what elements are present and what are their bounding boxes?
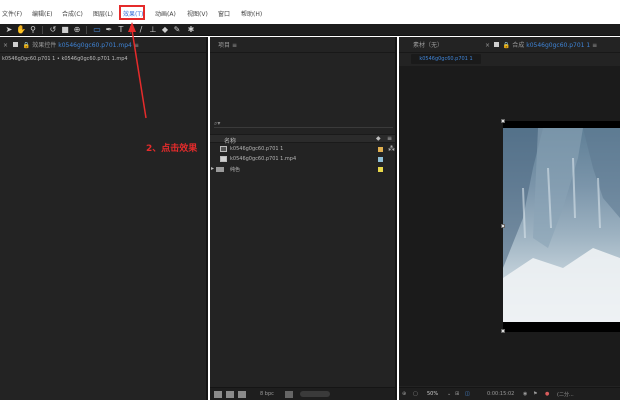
composition-tab-name: k0546g0gc60.p701 1 (526, 42, 591, 49)
transform-handle[interactable] (501, 224, 505, 228)
fit-icon[interactable]: ⊞ (455, 391, 459, 397)
expand-arrow-icon[interactable]: ▸ (211, 165, 214, 172)
footage-tab-label: 素材（无） (413, 42, 444, 49)
effect-controls-panel: × 🔒 效果控件 k0546g0gc60.p701.mp4 ≡ k0546g0g… (0, 37, 208, 400)
panel-menu-icon[interactable]: ≡ (592, 42, 597, 49)
project-search-input[interactable]: ⌕▾ (214, 120, 393, 128)
composition-icon (220, 146, 227, 152)
composition-tab-prefix: 合成 (512, 42, 525, 49)
project-panel: 项目 ≡ ⌕▾ 名称 ◆ ≡ k0546g0gc60.p701 1 ⁂ k054… (210, 37, 397, 400)
panel-color-icon (493, 42, 499, 47)
new-folder-icon[interactable] (226, 391, 234, 398)
snowy-cliff-image[interactable] (503, 128, 620, 322)
region-display-icon[interactable]: ▢ (413, 391, 418, 397)
bpc-indicator[interactable]: 8 bpc (260, 391, 274, 397)
composition-tab[interactable]: × 🔒 合成 k0546g0gc60.p701 1 ≡ (485, 40, 597, 50)
timecode-display[interactable]: 0:00:15:02 (487, 391, 514, 397)
menu-composition[interactable]: 合成(C) (62, 9, 83, 18)
project-item-footage[interactable]: k0546g0gc60.p701 1.mp4 (210, 155, 395, 164)
annotation-text: 2、点击效果 (146, 144, 198, 154)
new-composition-icon[interactable] (238, 391, 246, 398)
project-tab[interactable]: 项目 ≡ (218, 40, 237, 50)
menu-layer[interactable]: 图层(L) (93, 9, 113, 18)
composition-panel: 素材（无） × 🔒 合成 k0546g0gc60.p701 1 ≡ k0546g… (399, 37, 620, 400)
project-scrollbar[interactable] (300, 391, 330, 397)
column-name-header[interactable]: 名称 (224, 136, 236, 145)
label-color-swatch[interactable] (378, 147, 383, 152)
composition-flow-icon[interactable]: ⁂ (388, 145, 395, 153)
transform-handle[interactable] (501, 329, 505, 333)
composition-bottom-bar: ⊕ ▢ 50% ⌄ ⊞ ◫ 0:00:15:02 ◉ ⚑ ● (二分... (399, 387, 620, 400)
effect-controls-breadcrumb: k0546g0gc60.p701 1 • k0546g0gc60.p701 1.… (2, 56, 128, 62)
eraser-tool-icon[interactable]: ◆ (160, 25, 170, 35)
close-icon[interactable]: × (485, 42, 490, 49)
interpret-footage-icon[interactable] (214, 391, 222, 398)
rectangle-tool-icon[interactable]: ▭ (92, 25, 102, 35)
toggle-mask-icon[interactable]: ◫ (465, 391, 470, 397)
project-item-composition[interactable]: k0546g0gc60.p701 1 ⁂ (210, 145, 395, 154)
selection-tool-icon[interactable]: ➤ (4, 25, 14, 35)
effect-controls-tab-label: 效果控件 (32, 42, 57, 49)
transform-handle[interactable] (501, 119, 505, 123)
clone-stamp-tool-icon[interactable]: ⊥ (148, 25, 158, 35)
trash-icon[interactable] (285, 391, 293, 398)
brush-tool-icon[interactable]: / (136, 25, 146, 35)
toolbar: ➤ ✋ ⚲ ↺ ■ ⊕ ▭ ✒ T / ⊥ ◆ ✎ ✱ (0, 24, 620, 36)
puppet-pin-tool-icon[interactable]: ✱ (186, 25, 196, 35)
project-tab-label: 项目 (218, 42, 231, 49)
label-color-swatch[interactable] (378, 167, 383, 172)
pan-behind-tool-icon[interactable]: ⊕ (72, 25, 82, 35)
label-column-icon[interactable]: ◆ (376, 135, 381, 142)
menu-edit[interactable]: 编辑(E) (32, 9, 52, 18)
label-color-swatch[interactable] (378, 157, 383, 162)
zoom-dropdown[interactable]: 50% (427, 391, 438, 397)
search-icon: ⌕▾ (214, 120, 221, 127)
roto-brush-tool-icon[interactable]: ✎ (172, 25, 182, 35)
project-bottom-bar: 8 bpc (210, 387, 395, 400)
effect-controls-tab[interactable]: × 🔒 效果控件 k0546g0gc60.p701.mp4 ≡ (3, 40, 139, 50)
rotate-tool-icon[interactable]: ↺ (48, 25, 58, 35)
chevron-down-icon[interactable]: ⌄ (447, 391, 451, 397)
lock-icon[interactable]: 🔒 (503, 42, 510, 49)
footage-tab[interactable]: 素材（无） (413, 40, 443, 50)
composition-subtab[interactable]: k0546g0gc60.p701 1 (411, 54, 481, 64)
hand-tool-icon[interactable]: ✋ (16, 25, 26, 35)
show-snapshot-icon[interactable]: ⚑ (533, 391, 537, 397)
project-list-header: 名称 ◆ ≡ (210, 134, 395, 145)
panel-color-icon (12, 42, 18, 47)
zoom-tool-icon[interactable]: ⚲ (28, 25, 38, 35)
project-item-label: k0546g0gc60.p701 1 (230, 146, 284, 152)
effect-menu-highlight (119, 5, 145, 20)
menu-animation[interactable]: 动画(A) (155, 9, 176, 18)
project-item-label: 纯色 (230, 167, 241, 173)
type-tool-icon[interactable]: T (116, 25, 126, 35)
preview-options-icon[interactable]: ⊕ (402, 391, 406, 397)
folder-icon (216, 167, 224, 172)
menu-view[interactable]: 视图(V) (187, 9, 208, 18)
channel-icon[interactable]: ● (545, 391, 549, 397)
footage-icon (220, 156, 227, 162)
type-column-icon[interactable]: ≡ (387, 135, 392, 142)
snapshot-icon[interactable]: ◉ (523, 391, 527, 397)
menu-bar: 文件(F) 编辑(E) 合成(C) 图层(L) 效果(T) 动画(A) 视图(V… (0, 0, 620, 24)
menu-window[interactable]: 窗口 (218, 9, 230, 18)
panel-menu-icon[interactable]: ≡ (232, 42, 237, 49)
menu-file[interactable]: 文件(F) (2, 9, 22, 18)
resolution-dropdown[interactable]: (二分... (557, 391, 574, 398)
camera-tool-icon[interactable]: ■ (60, 25, 70, 35)
menu-help[interactable]: 帮助(H) (241, 9, 262, 18)
effect-controls-tab-file: k0546g0gc60.p701.mp4 (58, 42, 132, 49)
lock-icon[interactable]: 🔒 (23, 42, 30, 49)
project-item-folder[interactable]: ▸ 纯色 (210, 165, 395, 174)
panel-menu-icon[interactable]: ≡ (134, 42, 139, 49)
close-icon[interactable]: × (3, 42, 8, 49)
project-item-label: k0546g0gc60.p701 1.mp4 (230, 156, 297, 162)
pen-tool-icon[interactable]: ✒ (104, 25, 114, 35)
